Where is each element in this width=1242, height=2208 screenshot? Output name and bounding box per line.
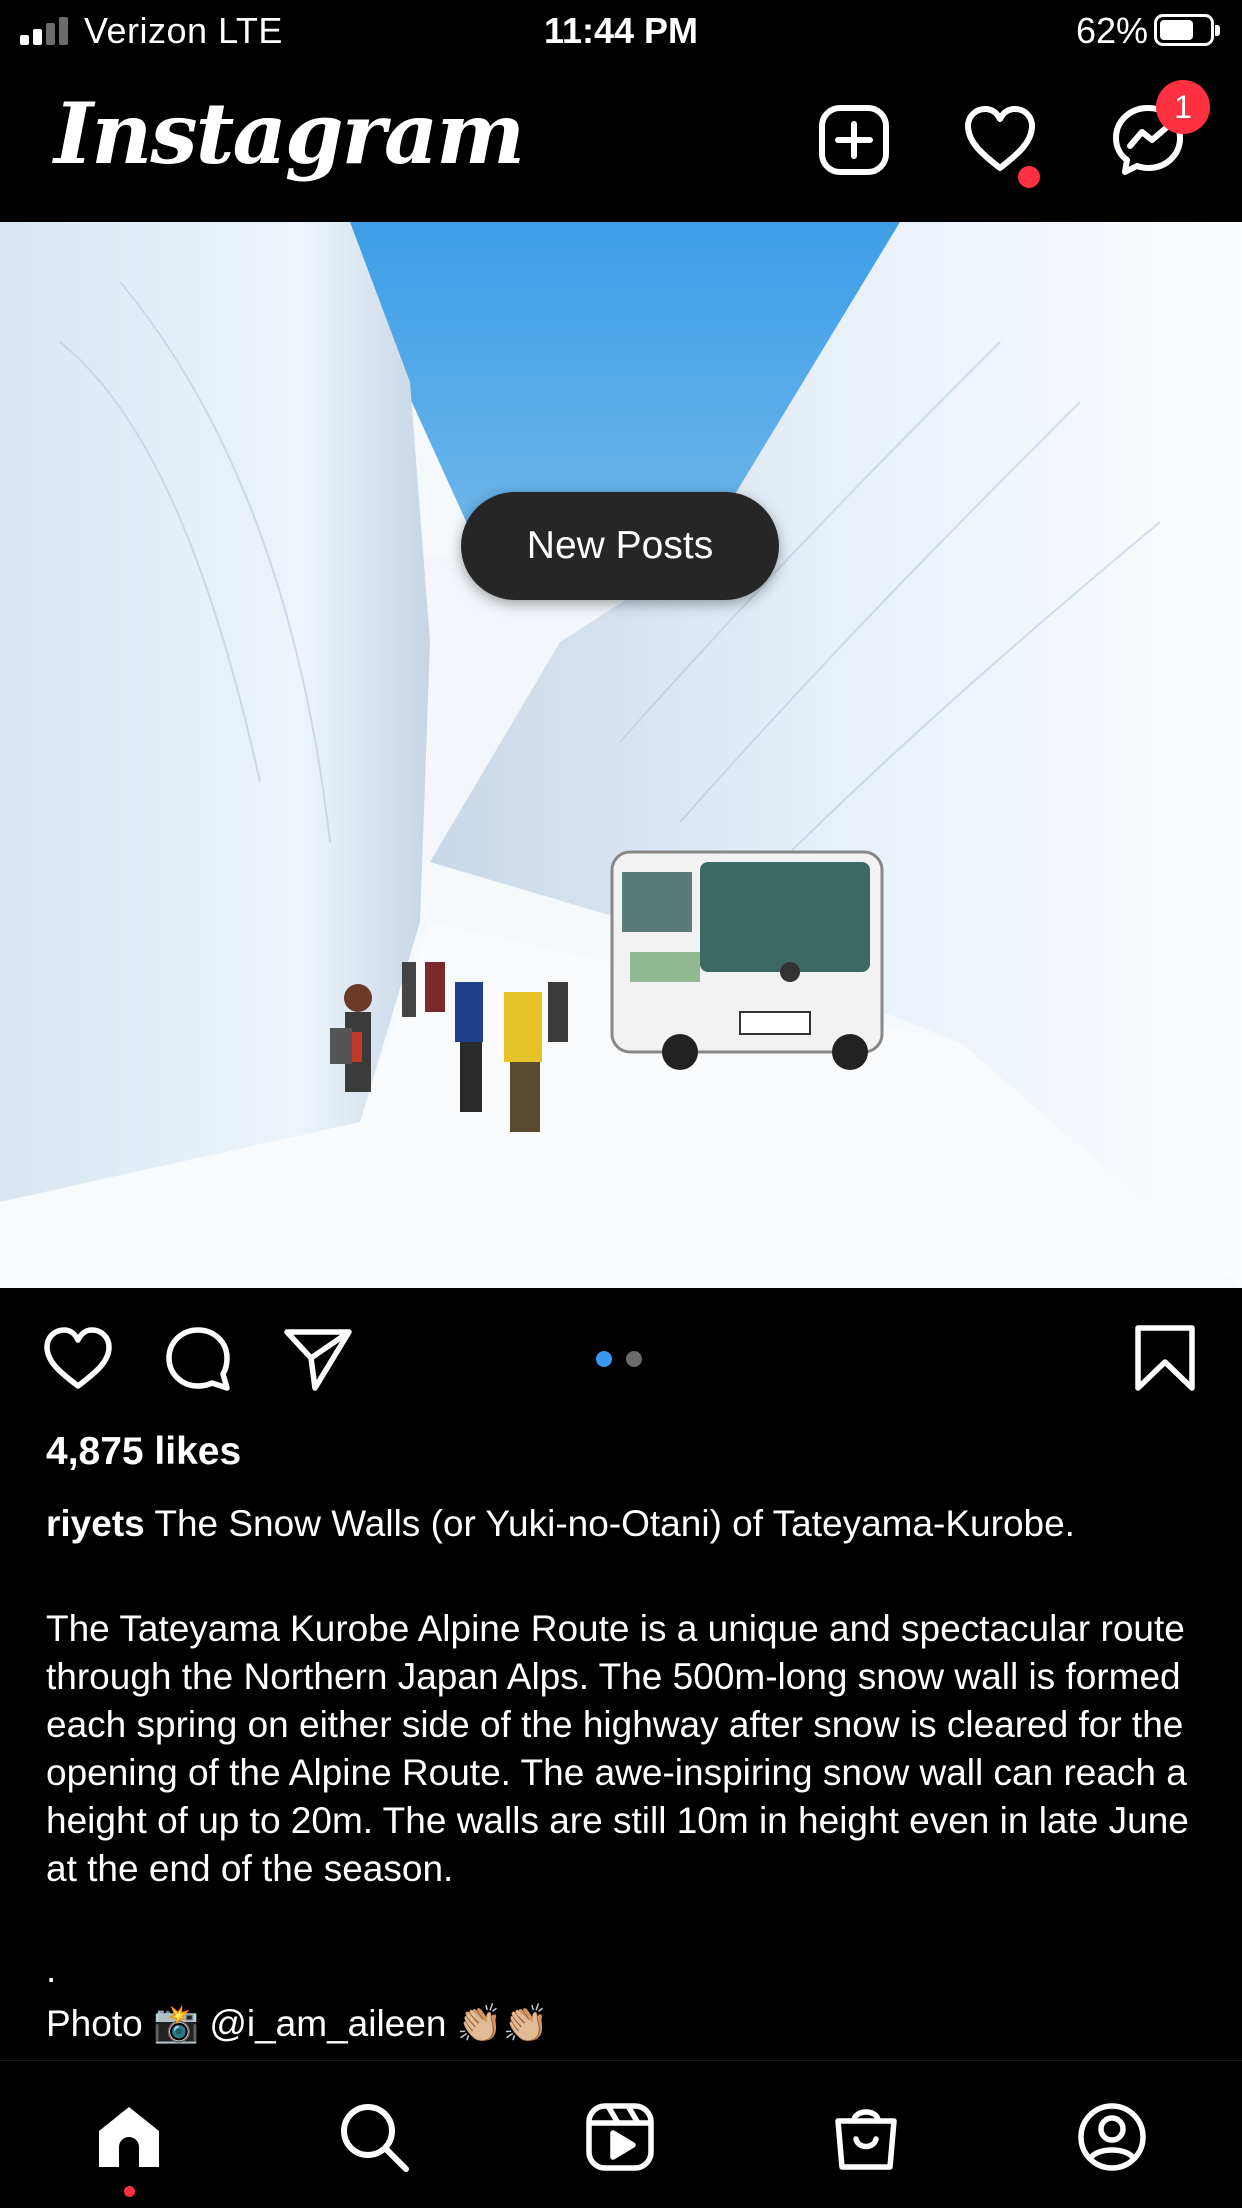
bookmark-icon[interactable]: [1130, 1324, 1200, 1394]
activity-notification-dot: [1018, 166, 1040, 188]
battery-percent: 62%: [1075, 10, 1148, 51]
status-time: 11:44 PM: [543, 10, 699, 51]
status-bar: Verizon LTE 11:44 PM 62%: [0, 0, 1242, 62]
home-icon[interactable]: [93, 2101, 165, 2173]
carousel-indicator: [596, 1351, 646, 1367]
battery-icon: [1154, 14, 1220, 46]
shop-bag-icon[interactable]: [830, 2101, 902, 2173]
caption-separator: .: [46, 1949, 57, 1990]
post-photo[interactable]: New Posts: [0, 222, 1242, 1288]
new-posts-button[interactable]: New Posts: [461, 492, 779, 600]
post-caption: riyets The Snow Walls (or Yuki-no-Otani)…: [46, 1500, 1206, 1548]
home-notification-dot: [124, 2186, 135, 2197]
post-username[interactable]: riyets: [46, 1503, 145, 1544]
instagram-logo[interactable]: Instagram: [54, 84, 525, 183]
new-post-icon[interactable]: [816, 102, 892, 178]
instagram-feed-screen: Verizon LTE 11:44 PM 62% Instagram 1 New…: [0, 0, 1242, 2208]
likes-count[interactable]: 4,875 likes: [46, 1430, 241, 1474]
like-heart-icon[interactable]: [43, 1324, 113, 1394]
messages-badge: 1: [1156, 80, 1210, 134]
photo-credit: Photo 📸 @i_am_aileen 👏🏼👏🏼: [46, 2003, 549, 2044]
search-icon[interactable]: [338, 2101, 410, 2173]
bus-shape: [610, 850, 884, 1070]
post-actions: [0, 1288, 1242, 1428]
caption-body: The Tateyama Kurobe Alpine Route is a un…: [46, 1608, 1189, 1889]
share-send-icon[interactable]: [283, 1324, 353, 1394]
snow-wall-image: [0, 222, 1242, 1288]
carousel-dot: [626, 1351, 642, 1367]
comment-icon[interactable]: [163, 1324, 233, 1394]
reels-icon[interactable]: [584, 2101, 656, 2173]
caption-title: The Snow Walls (or Yuki-no-Otani) of Tat…: [144, 1503, 1075, 1544]
carousel-dot-active: [596, 1351, 612, 1367]
app-header: Instagram: [0, 62, 1242, 222]
bottom-tab-bar: [0, 2060, 1242, 2208]
profile-icon[interactable]: [1076, 2101, 1148, 2173]
